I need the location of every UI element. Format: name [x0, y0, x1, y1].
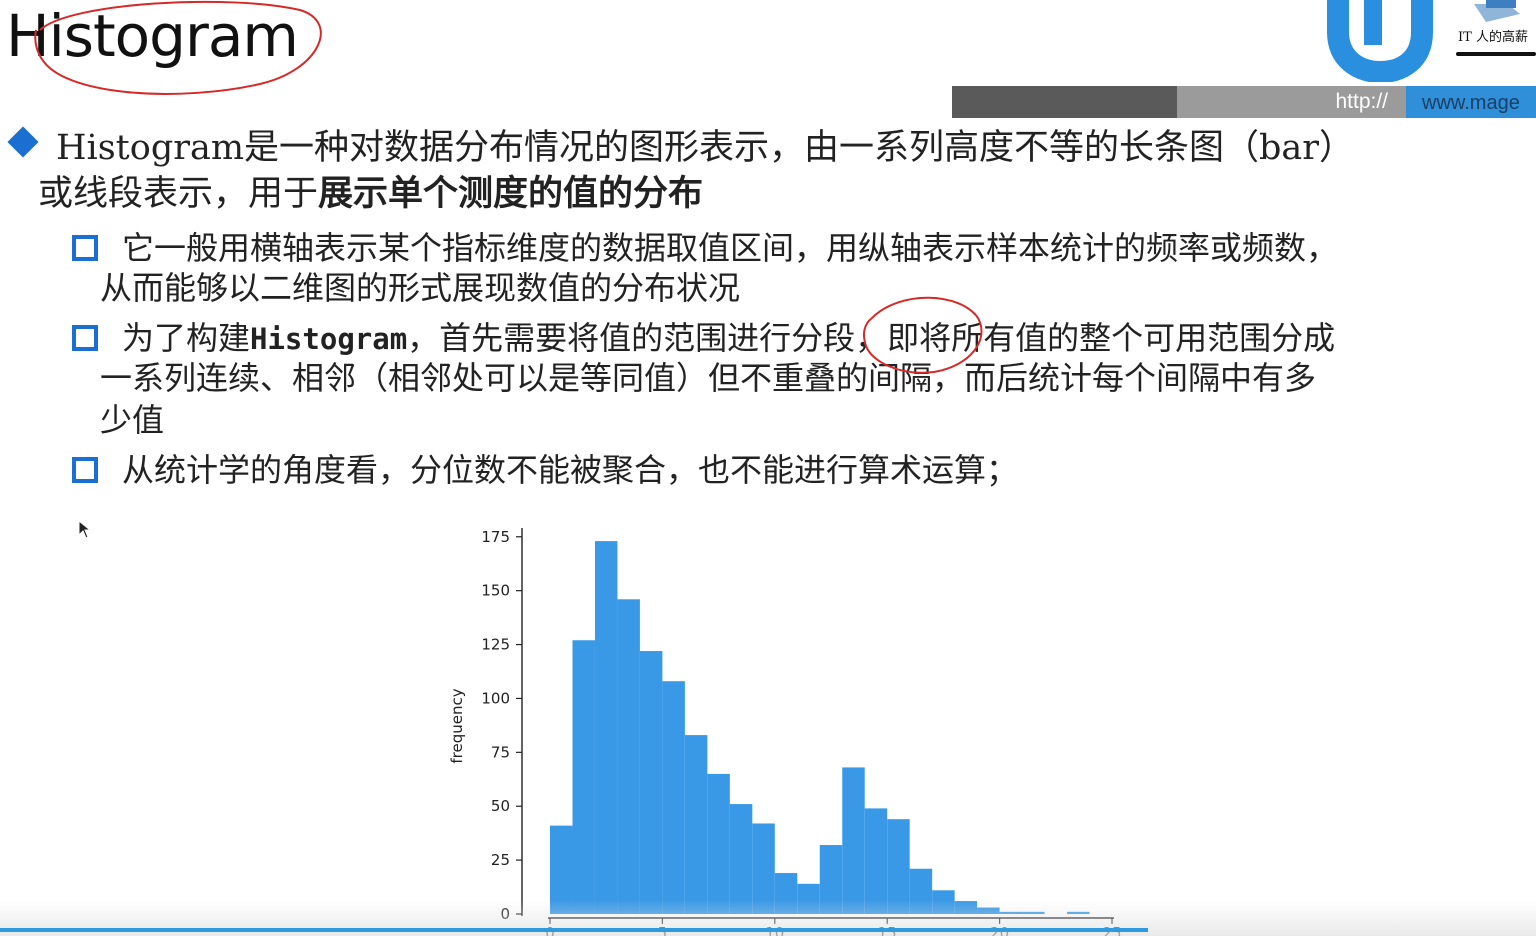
histogram-bar	[572, 640, 595, 914]
sub-bullet-2-text-b: ，首先需要将值的范围进行分段，即将所有值的整个可用范围分成	[407, 319, 1336, 357]
brand-logo: IT 人的高薪	[1318, 0, 1536, 82]
sub-bullet-2-code: Histogram	[250, 322, 408, 356]
logo-tagline: IT 人的高薪	[1458, 30, 1528, 45]
y-tick-label: 100	[481, 689, 510, 707]
sub-bullet-2-line-2: 一系列连续、相邻（相邻处可以是等同值）但不重叠的间隔，而后统计每个间隔中有多	[100, 359, 1317, 397]
progress-line	[0, 928, 1148, 932]
main-bullet-line-2-bold: 展示单个测度的值的分布	[318, 174, 704, 214]
y-tick-label: 75	[491, 743, 510, 761]
y-tick-label: 125	[481, 636, 510, 654]
slide-title: Histogram	[6, 2, 299, 70]
y-tick-label: 175	[481, 528, 510, 546]
y-tick-label: 150	[481, 582, 510, 600]
logo-underline	[1456, 52, 1536, 56]
diamond-bullet-icon	[7, 126, 39, 158]
url-prefix: http://	[1177, 86, 1406, 118]
url-banner: http:// www.mage	[952, 86, 1536, 118]
histogram-bar	[819, 845, 843, 914]
histogram-bar	[617, 599, 640, 914]
main-bullet-line-1: Histogram是一种对数据分布情况的图形表示，由一系列高度不等的长条图（ba…	[56, 128, 1355, 168]
histogram-bar	[887, 819, 910, 914]
main-bullet-line-2-plain: 或线段表示，用于	[38, 174, 319, 214]
histogram-bar	[864, 808, 888, 914]
y-tick-label: 50	[491, 797, 510, 815]
square-bullet-icon	[72, 325, 98, 351]
histogram-bar	[909, 868, 933, 914]
sub-bullet-2-line-1: 为了构建Histogram，首先需要将值的范围进行分段，即将所有值的整个可用范围…	[122, 318, 1335, 359]
histogram-bar	[752, 823, 775, 914]
histogram-bar	[842, 767, 865, 914]
histogram-bar	[774, 873, 798, 914]
histogram-bar	[1067, 911, 1090, 914]
histogram-bar	[639, 651, 663, 914]
sub-bullet-1-line-1: 它一般用横轴表示某个指标维度的数据取值区间，用纵轴表示样本统计的频率或频数，	[122, 229, 1339, 267]
y-axis-label: frequency	[448, 688, 466, 763]
histogram-bar	[932, 890, 955, 914]
sub-bullet-1-line-2: 从而能够以二维图的形式展现数值的分布状况	[100, 269, 741, 307]
logo-c-icon	[1327, 0, 1433, 82]
sub-bullet-2-text-a: 为了构建	[122, 319, 251, 357]
histogram-bar	[594, 541, 618, 914]
logo-cube-icon	[1474, 0, 1520, 22]
histogram-bar	[977, 907, 1000, 914]
sub-bullet-3-line-1: 从统计学的角度看，分位数不能被聚合，也不能进行算术运算；	[122, 451, 1019, 489]
mouse-cursor-icon	[78, 520, 92, 539]
sub-bullet-2-line-3: 少值	[100, 401, 165, 439]
url-text: www.mage	[1406, 86, 1536, 118]
histogram-bar	[550, 825, 573, 914]
histogram-bar	[684, 735, 708, 914]
square-bullet-icon	[72, 457, 98, 483]
square-bullet-icon	[72, 235, 98, 261]
y-tick-label: 0	[500, 905, 510, 923]
url-banner-dark	[952, 86, 1177, 118]
y-tick-label: 25	[491, 851, 510, 869]
histogram-bar	[729, 804, 753, 914]
histogram-bar	[954, 901, 978, 914]
histogram-bar	[999, 911, 1023, 914]
histogram-bar	[797, 883, 820, 914]
histogram-bar	[707, 773, 730, 914]
histogram-bar	[1022, 911, 1045, 914]
histogram-chart: 02550751001251501750510152025frequency	[448, 528, 1122, 936]
histogram-bar	[662, 681, 685, 914]
main-bullet-line-2: 或线段表示，用于展示单个测度的值的分布	[38, 172, 703, 216]
